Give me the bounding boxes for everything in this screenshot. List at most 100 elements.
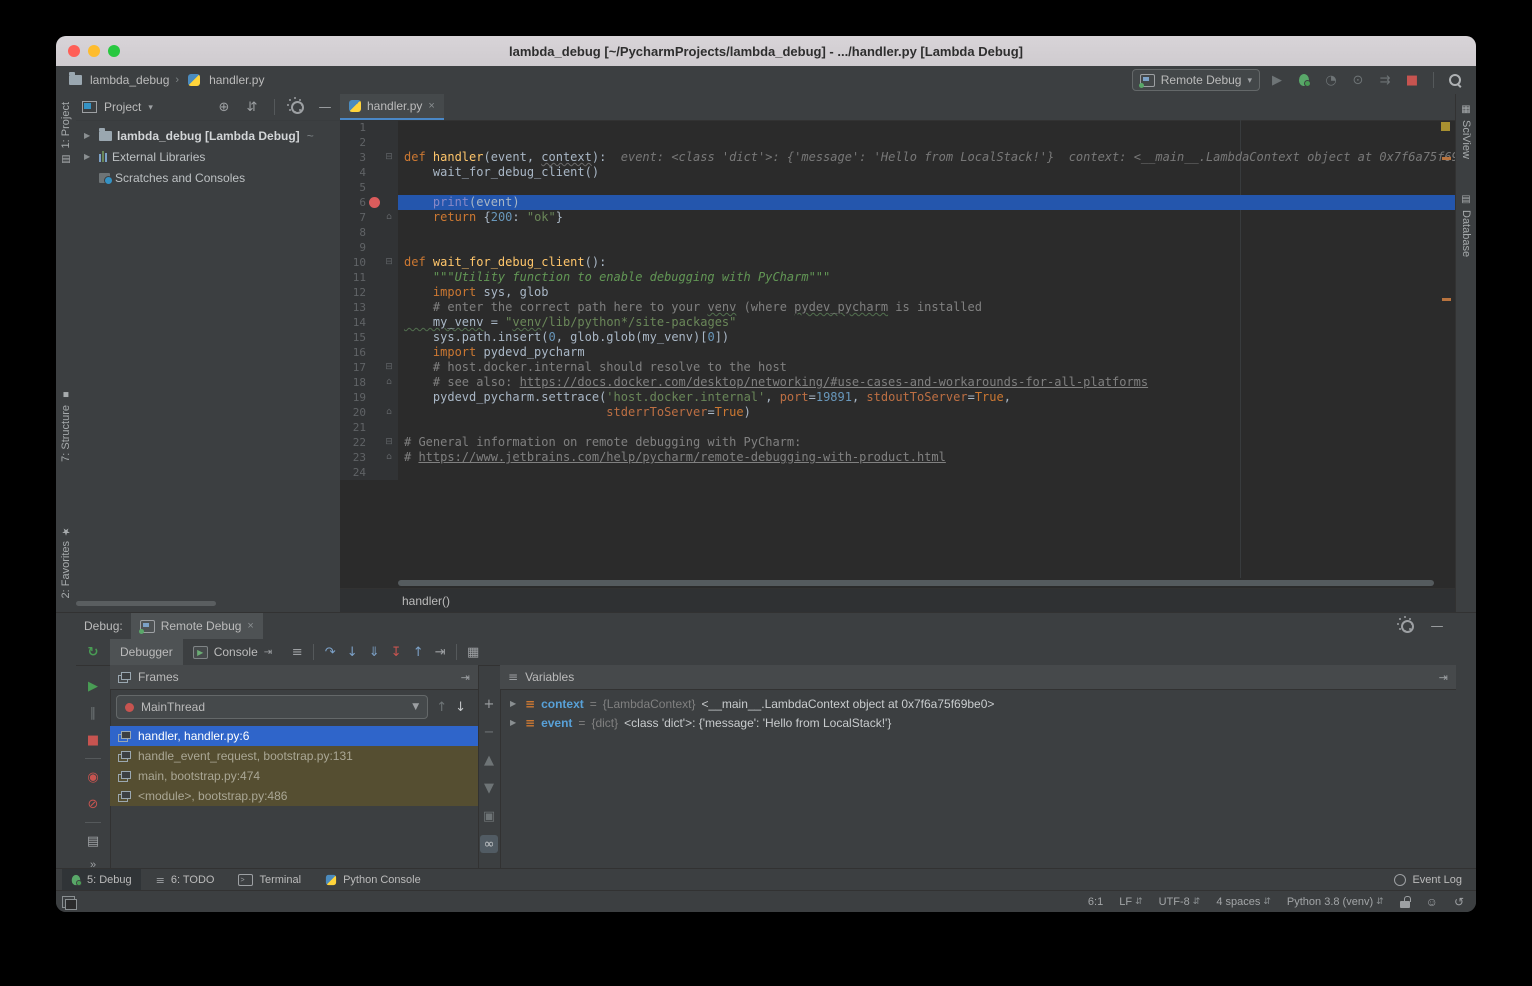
- remove-watch-icon[interactable]: −: [480, 723, 498, 741]
- code-text[interactable]: my_venv = "venv/lib/python*/site-package…: [398, 315, 1456, 330]
- gutter[interactable]: 20⌂: [340, 405, 398, 420]
- gutter[interactable]: 8: [340, 225, 398, 240]
- code-text[interactable]: return {200: "ok"}: [398, 210, 1456, 225]
- tool-button-favorites[interactable]: 2: Favorites ★: [60, 525, 72, 598]
- hide-debug-icon[interactable]: —: [1428, 617, 1446, 635]
- rerun-icon[interactable]: ↻: [84, 643, 102, 661]
- gutter[interactable]: 1: [340, 120, 398, 135]
- move-watch-up-icon[interactable]: ▲: [480, 751, 498, 769]
- code-text[interactable]: import pydevd_pycharm: [398, 345, 1456, 360]
- move-watch-down-icon[interactable]: ▼: [480, 779, 498, 797]
- gutter[interactable]: 17⊟: [340, 360, 398, 375]
- debug-icon[interactable]: [1295, 71, 1313, 89]
- profiler-icon[interactable]: ◔: [1322, 71, 1340, 89]
- locate-icon[interactable]: ⊕: [215, 98, 233, 116]
- tool-button-sciview[interactable]: ▦ SciView: [1460, 104, 1472, 159]
- collapse-all-icon[interactable]: ⇵: [243, 98, 261, 116]
- stack-frame[interactable]: handle_event_request, bootstrap.py:131: [110, 746, 478, 766]
- add-watch-icon[interactable]: +: [480, 695, 498, 713]
- pin-icon[interactable]: ⇥: [1439, 671, 1448, 684]
- gutter[interactable]: 6: [340, 195, 398, 210]
- settings-icon[interactable]: [288, 98, 306, 116]
- menu-icon[interactable]: ≡: [508, 670, 518, 684]
- fold-marker-icon[interactable]: ⌂: [382, 405, 396, 420]
- tree-item[interactable]: Scratches and Consoles: [76, 167, 340, 188]
- previous-frame-icon[interactable]: ↑: [436, 700, 447, 715]
- gutter[interactable]: 22⊟: [340, 435, 398, 450]
- next-frame-icon[interactable]: ↓: [455, 700, 466, 715]
- run-configuration-select[interactable]: Remote Debug ▾: [1132, 69, 1260, 91]
- code-text[interactable]: # host.docker.internal should resolve to…: [398, 360, 1456, 375]
- step-into-my-code-icon[interactable]: ↧: [387, 643, 405, 661]
- code-text[interactable]: sys.path.insert(0, glob.glob(my_venv)[0]…: [398, 330, 1456, 345]
- fold-marker-icon[interactable]: ⌂: [382, 210, 396, 225]
- evaluate-expression-icon[interactable]: ▦: [464, 643, 482, 661]
- error-stripe-mark[interactable]: [1442, 298, 1451, 301]
- code-editor[interactable]: 123⊟def handler(event, context): event: …: [340, 120, 1456, 578]
- gutter[interactable]: 2: [340, 135, 398, 150]
- code-text[interactable]: stderrToServer=True): [398, 405, 1456, 420]
- stop-process-icon[interactable]: ■: [84, 731, 102, 749]
- breakpoint-icon[interactable]: [369, 197, 380, 208]
- step-over-icon[interactable]: ↷: [321, 643, 339, 661]
- editor-horizontal-scrollbar[interactable]: [398, 580, 1434, 586]
- debug-session-tab[interactable]: Remote Debug ×: [131, 613, 263, 639]
- code-text[interactable]: # https://www.jetbrains.com/help/pycharm…: [398, 450, 1456, 465]
- stack-frame[interactable]: handler, handler.py:6: [110, 726, 478, 746]
- code-text[interactable]: [398, 465, 1456, 480]
- tool-button-structure[interactable]: 7: Structure ▪: [60, 389, 72, 462]
- chevron-right-icon[interactable]: ▶: [84, 131, 94, 140]
- fold-marker-icon[interactable]: ⌂: [382, 375, 396, 390]
- tool-window-button-terminal[interactable]: >Terminal: [229, 869, 310, 891]
- gutter[interactable]: 13: [340, 300, 398, 315]
- code-text[interactable]: def wait_for_debug_client():: [398, 255, 1456, 270]
- code-text[interactable]: wait_for_debug_client(): [398, 165, 1456, 180]
- tool-window-button----debug[interactable]: 5: Debug: [62, 869, 141, 891]
- title-bar[interactable]: lambda_debug [~/PycharmProjects/lambda_d…: [56, 36, 1476, 67]
- stack-frame[interactable]: main, bootstrap.py:474: [110, 766, 478, 786]
- gutter[interactable]: 12: [340, 285, 398, 300]
- gutter[interactable]: 21: [340, 420, 398, 435]
- expand-icon[interactable]: ▶: [510, 718, 519, 727]
- force-step-into-icon[interactable]: ⇓: [365, 643, 383, 661]
- encoding-select[interactable]: UTF-8⇵: [1159, 896, 1201, 908]
- code-text[interactable]: [398, 180, 1456, 195]
- variable-row[interactable]: ▶≡event = {dict} <class 'dict'>: {'messa…: [500, 713, 1456, 732]
- gutter[interactable]: 16: [340, 345, 398, 360]
- tool-window-button----todo[interactable]: ≡6: TODO: [147, 869, 224, 891]
- code-text[interactable]: def handler(event, context): event: <cla…: [398, 150, 1456, 165]
- pin-icon[interactable]: ⇥: [461, 671, 470, 684]
- thread-selector[interactable]: MainThread ▼: [116, 695, 428, 719]
- pause-icon[interactable]: ∥: [84, 704, 102, 722]
- chevron-down-icon[interactable]: ▾: [148, 102, 153, 113]
- tab-console[interactable]: ▶ Console ⇥: [183, 639, 282, 665]
- tool-button-database[interactable]: ▤ Database: [1460, 194, 1472, 257]
- fold-marker-icon[interactable]: ⊟: [382, 435, 396, 450]
- gutter[interactable]: 4: [340, 165, 398, 180]
- breadcrumb-project[interactable]: lambda_debug: [90, 73, 169, 87]
- gutter[interactable]: 3⊟: [340, 150, 398, 165]
- stack-frame[interactable]: <module>, bootstrap.py:486: [110, 786, 478, 806]
- restore-layout-icon[interactable]: ▤: [84, 832, 102, 850]
- code-text[interactable]: print(event): [398, 195, 1456, 210]
- fold-marker-icon[interactable]: ⌂: [382, 450, 396, 465]
- run-with-configuration-icon[interactable]: ⇉: [1376, 71, 1394, 89]
- show-watches-icon[interactable]: ∞: [480, 835, 498, 853]
- breadcrumb-file[interactable]: handler.py: [209, 73, 264, 87]
- hide-icon[interactable]: —: [316, 98, 334, 116]
- duplicate-watch-icon[interactable]: ▣: [480, 807, 498, 825]
- project-horizontal-scrollbar[interactable]: [76, 601, 216, 606]
- mute-breakpoints-icon[interactable]: ⊘: [84, 795, 102, 813]
- code-text[interactable]: """Utility function to enable debugging …: [398, 270, 1456, 285]
- code-text[interactable]: # enter the correct path here to your ve…: [398, 300, 1456, 315]
- show-execution-point-icon[interactable]: ≡: [288, 643, 306, 661]
- fold-marker-icon[interactable]: ⊟: [382, 255, 396, 270]
- code-text[interactable]: # General information on remote debuggin…: [398, 435, 1456, 450]
- gutter[interactable]: 10⊟: [340, 255, 398, 270]
- zoom-button[interactable]: [108, 45, 120, 57]
- sync-icon[interactable]: ↺: [1454, 895, 1464, 909]
- stop-icon[interactable]: ■: [1403, 71, 1421, 89]
- search-everywhere-icon[interactable]: [1446, 71, 1464, 89]
- gutter[interactable]: 19: [340, 390, 398, 405]
- code-text[interactable]: import sys, glob: [398, 285, 1456, 300]
